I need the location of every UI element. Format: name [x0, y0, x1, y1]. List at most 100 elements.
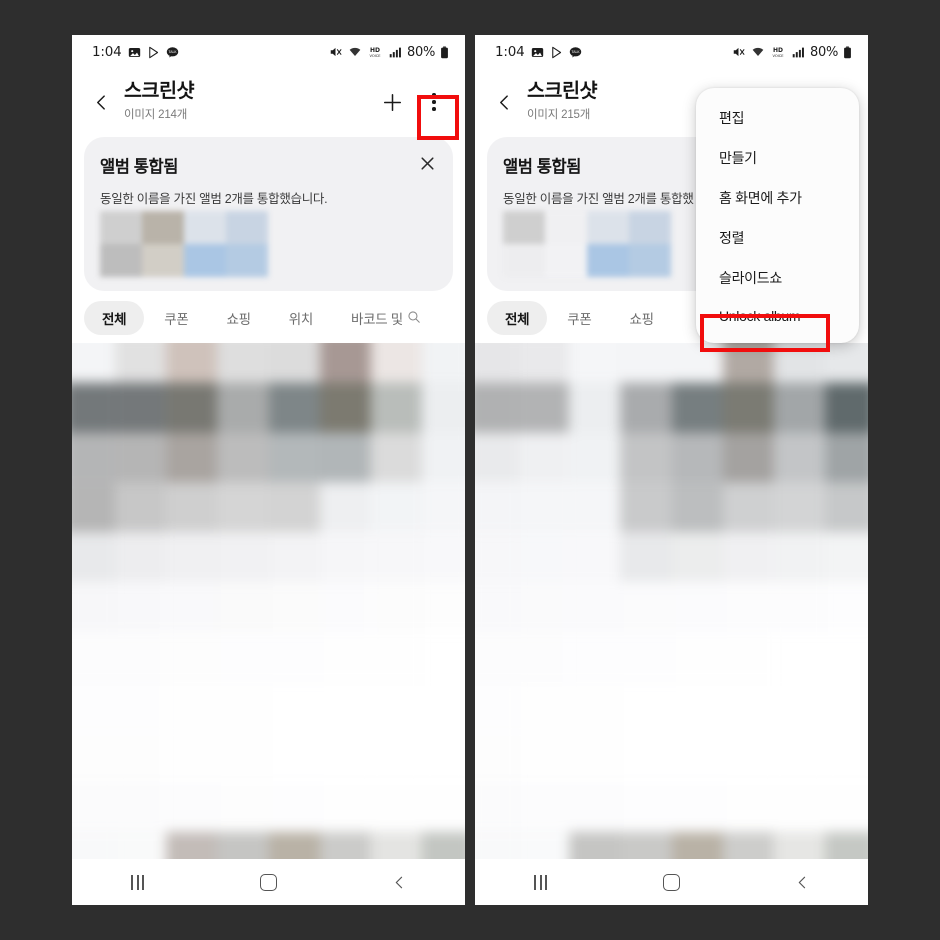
- photo-tile[interactable]: [72, 382, 116, 433]
- photo-tile[interactable]: [620, 682, 672, 733]
- menu-item-3[interactable]: 홈 화면에 추가: [696, 178, 859, 218]
- photo-tile[interactable]: [421, 482, 465, 533]
- photo-tile[interactable]: [421, 682, 465, 733]
- photo-tile[interactable]: [475, 482, 519, 533]
- photo-tile[interactable]: [217, 781, 269, 832]
- photo-tile[interactable]: [166, 343, 218, 383]
- photo-tile[interactable]: [671, 432, 723, 483]
- photo-tile[interactable]: [166, 432, 218, 483]
- filter-chip-4[interactable]: 위치: [271, 301, 331, 335]
- photo-tile[interactable]: [475, 382, 519, 433]
- photo-tile[interactable]: [518, 343, 570, 383]
- photo-tile[interactable]: [166, 781, 218, 832]
- photo-tile[interactable]: [370, 632, 422, 683]
- photo-tile[interactable]: [620, 781, 672, 832]
- photo-tile[interactable]: [671, 831, 723, 859]
- photo-tile[interactable]: [319, 781, 371, 832]
- filter-chip-3[interactable]: 쇼핑: [209, 301, 269, 335]
- photo-tile[interactable]: [166, 582, 218, 633]
- photo-tile[interactable]: [722, 682, 774, 733]
- filter-chip-3[interactable]: 쇼핑: [612, 301, 672, 335]
- photo-tile[interactable]: [319, 343, 371, 383]
- photo-tile[interactable]: [268, 432, 320, 483]
- photo-tile[interactable]: [370, 382, 422, 433]
- photo-tile[interactable]: [72, 831, 116, 859]
- menu-item-4[interactable]: 정렬: [696, 218, 859, 258]
- nav-back-button[interactable]: [370, 864, 430, 900]
- photo-tile[interactable]: [773, 781, 825, 832]
- photo-tile[interactable]: [773, 482, 825, 533]
- photo-tile[interactable]: [518, 532, 570, 583]
- photo-tile[interactable]: [268, 482, 320, 533]
- photo-tile[interactable]: [166, 532, 218, 583]
- photo-tile[interactable]: [671, 343, 723, 383]
- photo-tile[interactable]: [370, 831, 422, 859]
- photo-tile[interactable]: [370, 732, 422, 782]
- photo-tile[interactable]: [217, 831, 269, 859]
- photo-tile[interactable]: [620, 532, 672, 583]
- photo-tile[interactable]: [319, 831, 371, 859]
- photo-tile[interactable]: [671, 732, 723, 782]
- photo-tile[interactable]: [166, 632, 218, 683]
- photo-tile[interactable]: [166, 732, 218, 782]
- photo-tile[interactable]: [824, 582, 868, 633]
- photo-tile[interactable]: [773, 382, 825, 433]
- photo-tile[interactable]: [824, 632, 868, 683]
- filter-chip-2[interactable]: 쿠폰: [549, 301, 609, 335]
- photo-tile[interactable]: [620, 432, 672, 483]
- photo-tile[interactable]: [518, 382, 570, 433]
- photo-tile[interactable]: [773, 632, 825, 683]
- photo-tile[interactable]: [421, 432, 465, 483]
- photo-tile[interactable]: [722, 732, 774, 782]
- photo-tile[interactable]: [475, 831, 519, 859]
- photo-tile[interactable]: [268, 382, 320, 433]
- photo-tile[interactable]: [620, 831, 672, 859]
- photo-tile[interactable]: [217, 382, 269, 433]
- photo-tile[interactable]: [569, 343, 621, 383]
- photo-tile[interactable]: [773, 831, 825, 859]
- photo-tile[interactable]: [773, 532, 825, 583]
- photo-tile[interactable]: [319, 582, 371, 633]
- photo-tile[interactable]: [72, 482, 116, 533]
- photo-tile[interactable]: [115, 582, 167, 633]
- photo-tile[interactable]: [370, 781, 422, 832]
- filter-chip-1[interactable]: 전체: [487, 301, 548, 335]
- photo-tile[interactable]: [475, 682, 519, 733]
- photo-tile[interactable]: [773, 682, 825, 733]
- photo-tile[interactable]: [569, 732, 621, 782]
- photo-tile[interactable]: [824, 382, 868, 433]
- photo-tile[interactable]: [620, 343, 672, 383]
- photo-tile[interactable]: [722, 343, 774, 383]
- photo-tile[interactable]: [824, 781, 868, 832]
- photo-tile[interactable]: [518, 632, 570, 683]
- photo-tile[interactable]: [370, 432, 422, 483]
- photo-tile[interactable]: [421, 382, 465, 433]
- more-options-button[interactable]: [415, 83, 453, 121]
- photo-tile[interactable]: [217, 482, 269, 533]
- photo-tile[interactable]: [569, 432, 621, 483]
- photo-tile[interactable]: [671, 532, 723, 583]
- photo-tile[interactable]: [824, 831, 868, 859]
- add-button[interactable]: [373, 83, 411, 121]
- menu-item-1[interactable]: 편집: [696, 98, 859, 138]
- menu-item-6[interactable]: Unlock album: [696, 298, 859, 334]
- photo-tile[interactable]: [72, 532, 116, 583]
- photo-grid[interactable]: [72, 343, 465, 859]
- photo-tile[interactable]: [217, 682, 269, 733]
- photo-tile[interactable]: [217, 432, 269, 483]
- nav-recents-button[interactable]: [108, 864, 168, 900]
- photo-tile[interactable]: [722, 632, 774, 683]
- photo-tile[interactable]: [671, 582, 723, 633]
- photo-tile[interactable]: [115, 532, 167, 583]
- photo-tile[interactable]: [319, 382, 371, 433]
- photo-tile[interactable]: [115, 682, 167, 733]
- photo-tile[interactable]: [319, 432, 371, 483]
- photo-tile[interactable]: [824, 482, 868, 533]
- photo-tile[interactable]: [518, 682, 570, 733]
- photo-tile[interactable]: [722, 831, 774, 859]
- nav-back-button[interactable]: [773, 864, 833, 900]
- photo-tile[interactable]: [518, 831, 570, 859]
- photo-tile[interactable]: [569, 831, 621, 859]
- photo-tile[interactable]: [569, 781, 621, 832]
- photo-tile[interactable]: [475, 343, 519, 383]
